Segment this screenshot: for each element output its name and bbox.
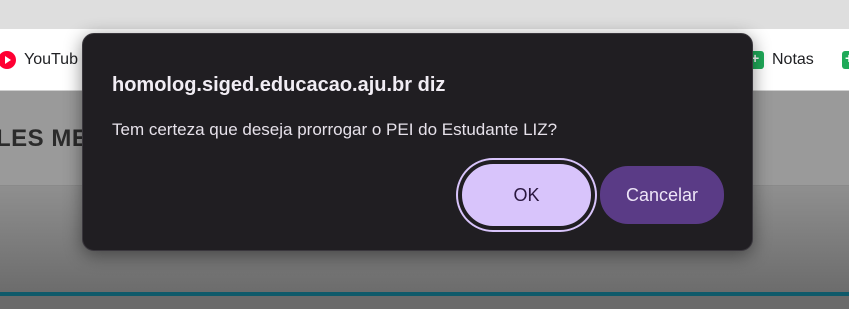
bookmark-youtube-label: YouTub [24,51,78,68]
bookmark-notas-label: Notas [772,51,814,68]
dialog-title: homolog.siged.educacao.aju.br diz [112,74,446,96]
confirm-dialog: homolog.siged.educacao.aju.br diz Tem ce… [82,33,753,251]
cancel-button[interactable]: Cancelar [600,166,724,224]
youtube-icon [0,51,16,69]
bookmark-youtube[interactable]: YouTub [0,47,78,73]
ok-button[interactable]: OK [460,162,593,228]
bookmark-notas[interactable]: Notas [748,47,814,73]
bookmark-overflow[interactable] [842,47,849,73]
dialog-message: Tem certeza que deseja prorrogar o PEI d… [112,120,558,139]
page-heading: LES ME [0,125,89,152]
browser-tab-strip [0,0,849,29]
bookmark-overflow-icon [842,50,849,69]
page-bottom [0,296,849,309]
